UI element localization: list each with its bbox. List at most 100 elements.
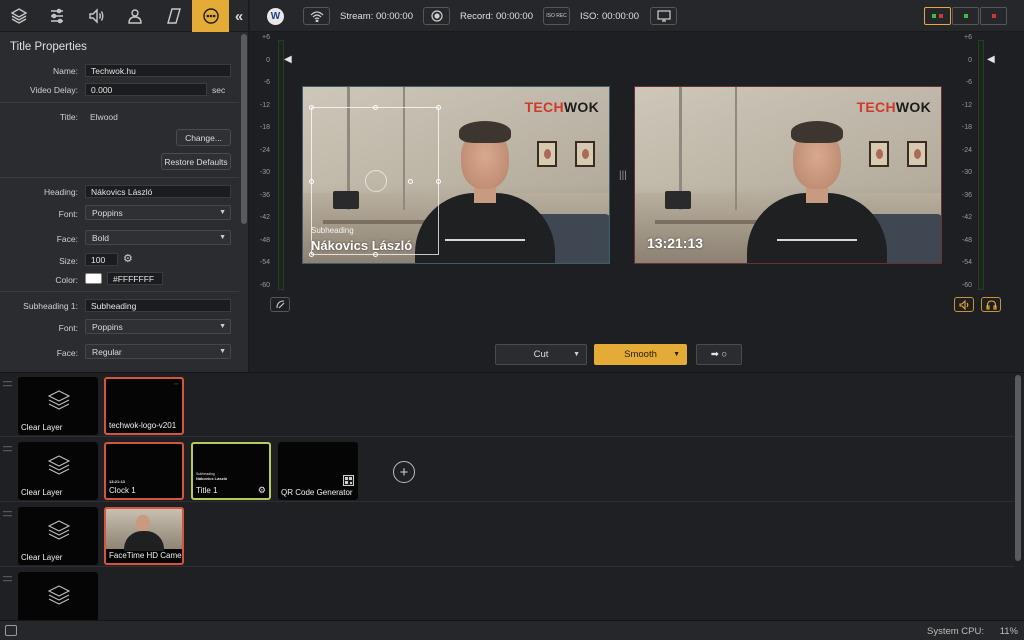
meter-tick-label: -18 <box>961 124 972 131</box>
tile-label: Clear Layer <box>21 553 63 562</box>
camera-thumbnail <box>106 509 182 551</box>
more-icon[interactable] <box>192 0 229 32</box>
preview-monitor[interactable]: TECHWOK Subheading Nákovics László <box>302 86 610 264</box>
headphones-icon[interactable] <box>981 297 1001 312</box>
speaker-icon[interactable] <box>77 0 114 32</box>
lower-third-subheading: Subheading <box>311 226 354 235</box>
layers-icon <box>47 584 71 606</box>
record-icon[interactable] <box>423 7 450 25</box>
layers-scrollbar[interactable] <box>1015 375 1021 561</box>
face2-label: Face: <box>56 348 78 358</box>
face-select[interactable]: Bold ▼ <box>85 230 231 245</box>
size-label: Size: <box>59 256 78 266</box>
gear-icon[interactable]: ⚙ <box>123 252 133 265</box>
source-tile[interactable]: 13:21:13 Clock 1 <box>104 442 184 500</box>
panel-scrollbar[interactable] <box>241 34 247 224</box>
resize-handle[interactable] <box>436 105 441 110</box>
title-label: Title: <box>59 112 78 122</box>
title-value: Elwood <box>90 112 118 122</box>
meter-tick-label: +6 <box>964 34 972 41</box>
drag-handle-icon[interactable]: — — <box>3 442 12 455</box>
face-select-value: Bold <box>92 233 110 243</box>
scene-frame <box>907 141 927 167</box>
level-arrow-icon[interactable]: ◀ <box>284 54 292 65</box>
take-transition-button[interactable]: ➡ ○ <box>696 344 742 365</box>
person-hair <box>459 121 511 143</box>
scene-desk <box>655 220 765 225</box>
title-properties: Title Properties Name: Techwok.hu Video … <box>0 32 239 372</box>
layers-icon[interactable] <box>0 0 37 32</box>
source-tile[interactable]: Subheading Nákovics László ⚙ Title 1 <box>191 442 271 500</box>
sliders-icon[interactable] <box>38 0 75 32</box>
subheading1-field[interactable]: Subheading <box>85 299 231 312</box>
parallelogram-icon[interactable] <box>155 0 192 32</box>
mode-program-button[interactable] <box>980 7 1007 25</box>
anchor-crosshair[interactable] <box>365 170 387 192</box>
resize-handle[interactable] <box>436 179 441 184</box>
layer-row: — — Clear Layer FaceTime HD Came <box>0 503 1014 567</box>
splitter-grip-icon[interactable]: ||| <box>619 170 627 181</box>
tile-label: Clock 1 <box>109 486 136 495</box>
mode-preview-button[interactable] <box>952 7 979 25</box>
video-delay-field[interactable]: 0.000 <box>85 83 207 96</box>
drag-handle-icon[interactable]: — — <box>3 507 12 520</box>
mode-dot <box>939 14 943 18</box>
meter-tick-label: -24 <box>961 146 972 154</box>
color-swatch[interactable] <box>85 273 102 284</box>
source-tile[interactable]: QR Code Generator <box>278 442 358 500</box>
tile-label: Clear Layer <box>21 488 63 497</box>
clear-layer-tile[interactable]: Clear Layer <box>18 442 98 500</box>
clear-layer-tile[interactable]: Clear Layer <box>18 507 98 565</box>
chevron-down-icon: ▼ <box>219 348 226 355</box>
face2-select[interactable]: Regular ▼ <box>85 344 231 359</box>
meter-tick-label: -42 <box>961 214 972 221</box>
resize-handle[interactable] <box>309 105 314 110</box>
size-field[interactable]: 100 <box>85 253 118 266</box>
font2-select[interactable]: Poppins ▼ <box>85 319 231 334</box>
person-hair <box>791 121 843 143</box>
heading-field[interactable]: Nákovics László <box>85 185 231 198</box>
scene-pole <box>735 87 737 211</box>
calendar-icon[interactable] <box>5 625 17 636</box>
change-button[interactable]: Change... <box>176 129 231 146</box>
rotate-handle[interactable] <box>408 179 413 184</box>
app-window: « Title Properties Name: Techwok.hu Vide… <box>0 0 1024 640</box>
audio-monitor-icon[interactable] <box>270 297 290 312</box>
monitor-icon[interactable] <box>650 7 677 25</box>
resize-handle[interactable] <box>309 179 314 184</box>
person-icon[interactable] <box>116 0 153 32</box>
record-label: Record: <box>460 11 494 22</box>
color-hex-field[interactable]: #FFFFFFF <box>107 272 163 285</box>
broadcast-icon[interactable] <box>303 7 330 25</box>
divider <box>0 102 239 103</box>
drag-handle-icon[interactable]: — — <box>3 572 12 585</box>
lower-third-heading: Nákovics László <box>311 238 413 253</box>
face2-select-value: Regular <box>92 347 122 357</box>
mode-dot <box>991 14 996 18</box>
record-time: 00:00:00 <box>496 11 533 22</box>
tile-label: QR Code Generator <box>281 488 353 497</box>
restore-defaults-button[interactable]: Restore Defaults <box>161 153 231 170</box>
qr-code-icon <box>343 475 354 487</box>
collapse-panel-icon[interactable]: « <box>229 0 248 32</box>
brand-text-red: TECH <box>524 99 564 115</box>
source-tile[interactable]: FaceTime HD Came <box>104 507 184 565</box>
name-field[interactable]: Techwok.hu <box>85 64 231 77</box>
scene-frame <box>869 141 889 167</box>
add-source-button[interactable]: + <box>393 461 415 483</box>
iso-record-icon[interactable]: ISO REC <box>543 7 570 25</box>
clear-layer-tile[interactable]: Clear Layer <box>18 377 98 435</box>
properties-panel: « Title Properties Name: Techwok.hu Vide… <box>0 0 249 372</box>
level-arrow-icon[interactable]: ◀ <box>987 54 995 65</box>
layer-row: — — Clear Layer ▪▪▪ techwok-logo-v201 <box>0 373 1014 437</box>
meter-tick-label: -48 <box>961 236 972 244</box>
brand-text-dark: WOK <box>895 99 931 115</box>
drag-handle-icon[interactable]: — — <box>3 377 12 390</box>
source-tile[interactable]: ▪▪▪ techwok-logo-v201 <box>104 377 184 435</box>
transition-cut-select[interactable]: Cut ▼ <box>495 344 587 365</box>
font-select[interactable]: Poppins ▼ <box>85 205 231 220</box>
resize-handle[interactable] <box>373 105 378 110</box>
mode-split-button[interactable] <box>924 7 951 25</box>
speaker-icon[interactable] <box>954 297 974 312</box>
transition-smooth-select[interactable]: Smooth ▼ <box>594 344 687 365</box>
